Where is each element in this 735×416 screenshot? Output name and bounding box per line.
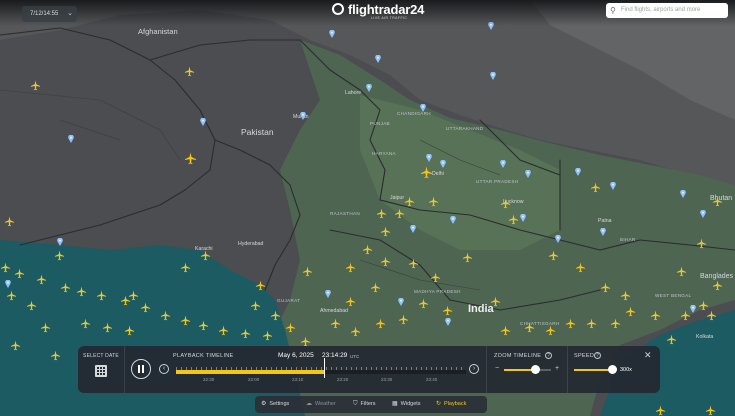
- speed-slider-knob[interactable]: [607, 365, 617, 374]
- playback-timeline-title: PLAYBACK TIMELINE: [173, 353, 234, 359]
- map-label-jaipur: Jaipur: [390, 195, 404, 201]
- timeline-cursor[interactable]: [323, 358, 325, 378]
- zoom-slider-knob[interactable]: [530, 365, 540, 374]
- zoom-out-button[interactable]: −: [495, 365, 499, 372]
- map-label-afghanistan: Afghanistan: [138, 27, 178, 36]
- help-icon[interactable]: ?: [545, 352, 552, 359]
- speed-slider-fill: [574, 369, 612, 371]
- nav-filters[interactable]: ⛉ Filters: [353, 396, 376, 413]
- map-label-hyderabad: Hyderabad: [238, 241, 263, 247]
- timeline-label: 23:10: [292, 377, 304, 382]
- timeline-label: 23:30: [381, 377, 393, 382]
- map-label-madhya-pradesh: MADHYA PRADESH: [414, 289, 461, 294]
- nav-label: Weather: [315, 401, 336, 407]
- map-label-karachi: Karachi: [195, 246, 213, 252]
- map-label-uttarakhand: UTTARAKHAND: [446, 126, 484, 131]
- playback-icon: ↻: [436, 401, 442, 407]
- radar-logo-icon: [332, 3, 344, 15]
- timeline-track[interactable]: [176, 370, 466, 374]
- map-label-ahmedabad: Ahmedabad: [320, 308, 348, 314]
- gear-icon: ⚙: [261, 401, 267, 407]
- timeline-label: 22:00: [248, 377, 260, 382]
- help-icon[interactable]: ?: [594, 352, 601, 359]
- calendar-icon: [95, 365, 107, 377]
- nav-label: Playback: [444, 401, 467, 407]
- map-label-haryana: HARYANA: [372, 151, 397, 156]
- map-label-rajasthan: RAJASTHAN: [330, 211, 360, 216]
- search-input[interactable]: ⚲ Find flights, airports and more: [606, 3, 728, 18]
- playback-date: May 6, 2025: [278, 352, 314, 359]
- close-icon[interactable]: ✕: [644, 350, 652, 361]
- nav-weather[interactable]: ☁ Weather: [306, 396, 336, 413]
- select-date-button[interactable]: SELECT DATE: [78, 346, 125, 393]
- nav-playback[interactable]: ↻ Playback: [436, 396, 466, 413]
- time-selector-label: 7/12/14:55: [30, 11, 59, 17]
- filter-icon: ⛉: [353, 401, 358, 407]
- map-label-bangladesh: Banglades: [700, 273, 734, 280]
- map-label-india: India: [468, 303, 495, 315]
- map-label-chhattisgarh: CHHATTISGARH: [520, 321, 560, 326]
- map-label-chandigarh: CHANDIGARH: [397, 111, 431, 116]
- speed-title: SPEED: [574, 353, 595, 359]
- playback-panel: SELECT DATE PLAYBACK TIMELINE May 6, 202…: [78, 346, 660, 393]
- select-date-label: SELECT DATE: [83, 353, 119, 359]
- timeline-progress: [176, 370, 324, 374]
- map-label-delhi: Delhi: [432, 171, 444, 177]
- nav-label: Filters: [360, 401, 376, 407]
- logo-subtitle: LIVE AIR TRAFFIC: [371, 16, 408, 20]
- map-label-uttar-pradesh: UTTAR PRADESH: [476, 179, 518, 184]
- logo-text: flightradar24: [348, 2, 425, 17]
- nav-label: Widgets: [400, 401, 421, 407]
- bottom-nav: ⚙ Settings ☁ Weather ⛉ Filters ▦ Widgets ↻ Pl…: [255, 396, 487, 413]
- timeline-label: 22:30: [203, 377, 215, 382]
- chevron-down-icon: ⌄: [67, 10, 73, 17]
- map-label-punjab: PUNJAB: [370, 121, 390, 126]
- map-label-patna: Patna: [598, 218, 612, 224]
- timeline-back-button[interactable]: ‹: [159, 364, 169, 374]
- cloud-icon: ☁: [306, 401, 312, 407]
- nav-widgets[interactable]: ▦ Widgets: [392, 396, 421, 413]
- map-label-west-bengal: WEST BENGAL: [655, 293, 692, 298]
- zoom-timeline-control: ZOOM TIMELINE ? − +: [486, 346, 568, 393]
- map-label-gujarat: GUJARAT: [277, 298, 300, 303]
- timeline-forward-button[interactable]: ›: [469, 364, 479, 374]
- search-placeholder: Find flights, airports and more: [621, 7, 701, 13]
- timeline-label: 23:20: [337, 377, 349, 382]
- map-label-bhutan: Bhutan: [710, 195, 732, 202]
- search-icon: ⚲: [610, 6, 616, 15]
- speed-control: SPEED ? 300x: [567, 346, 635, 393]
- speed-value: 300x: [620, 367, 632, 373]
- nav-label: Settings: [269, 401, 290, 407]
- playback-timezone: UTC: [350, 353, 360, 359]
- map-label-kolkata: Kolkata: [696, 334, 713, 340]
- timeline-label: 23:40: [426, 377, 438, 382]
- map-label-lahore: Lahore: [345, 90, 361, 96]
- pause-button[interactable]: [131, 359, 151, 379]
- zoom-in-button[interactable]: +: [555, 365, 559, 372]
- widgets-icon: ▦: [392, 401, 398, 407]
- zoom-timeline-title: ZOOM TIMELINE: [494, 353, 542, 359]
- time-selector[interactable]: 7/12/14:55 ⌄: [22, 6, 77, 22]
- playback-time: 23:14:29: [322, 352, 348, 359]
- map-label-pakistan: Pakistan: [241, 127, 274, 137]
- map-label-bihar: BIHAR: [620, 237, 636, 242]
- nav-settings[interactable]: ⚙ Settings: [261, 396, 289, 413]
